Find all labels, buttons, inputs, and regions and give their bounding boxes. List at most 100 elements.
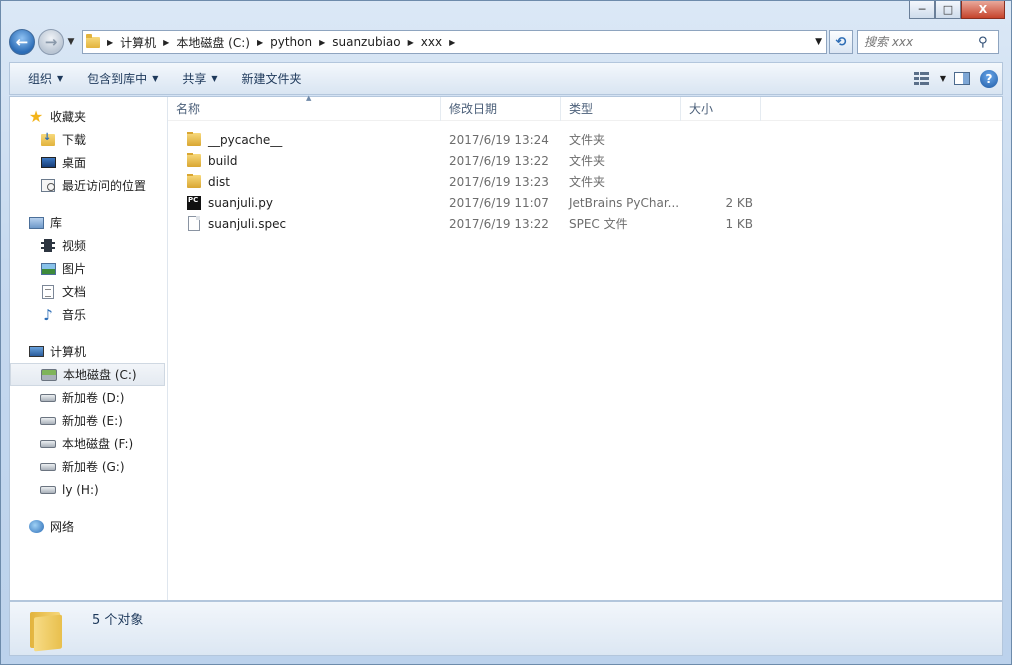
file-date: 2017/6/19 13:22 xyxy=(449,153,549,168)
organize-label: 组织 xyxy=(28,72,53,86)
address-bar[interactable]: ▶ 计算机 ▶ 本地磁盘 (C:) ▶ python ▶ suanzubiao … xyxy=(82,30,827,54)
close-button[interactable]: X xyxy=(961,1,1005,19)
sidebar-item-label: ly (H:) xyxy=(62,482,99,497)
file-type: 文件夹 xyxy=(569,133,606,147)
network-icon xyxy=(28,519,44,535)
navigation-pane[interactable]: ★ 收藏夹 下载 桌面 最近访问的位置 xyxy=(10,97,168,600)
drive-icon xyxy=(40,459,56,475)
sidebar-item-drive-g[interactable]: 新加卷 (G:) xyxy=(10,455,167,478)
computer-icon xyxy=(28,344,44,360)
sidebar-header-favorites[interactable]: ★ 收藏夹 xyxy=(10,105,167,128)
search-input[interactable] xyxy=(864,35,974,49)
column-header-date[interactable]: 修改日期 xyxy=(441,96,561,121)
sidebar-item-drive-d[interactable]: 新加卷 (D:) xyxy=(10,386,167,409)
content-area: ★ 收藏夹 下载 桌面 最近访问的位置 xyxy=(9,94,1003,601)
file-row[interactable]: __pycache__ 2017/6/19 13:24 文件夹 xyxy=(168,129,1002,150)
refresh-button[interactable]: ⟲ xyxy=(829,30,853,54)
file-size: 2 KB xyxy=(725,195,753,210)
organize-menu[interactable]: 组织 ▼ xyxy=(16,66,75,92)
file-row[interactable]: suanjuli.spec 2017/6/19 13:22 SPEC 文件 1 … xyxy=(168,213,1002,234)
large-folder-icon xyxy=(28,610,66,652)
breadcrumb-xxx[interactable]: xxx xyxy=(421,35,442,49)
new-folder-button[interactable]: 新建文件夹 xyxy=(230,66,314,92)
folder-icon xyxy=(86,33,100,48)
column-headers: ▲ 名称 修改日期 类型 大小 xyxy=(168,94,1002,121)
file-date: 2017/6/19 13:24 xyxy=(449,132,549,147)
sidebar-item-music[interactable]: ♪ 音乐 xyxy=(10,303,167,326)
toolbar-right: ▼ ? xyxy=(913,69,1002,88)
breadcrumb-separator-icon[interactable]: ▶ xyxy=(257,38,263,47)
forward-button[interactable]: → xyxy=(38,29,64,55)
file-type: JetBrains PyChar... xyxy=(569,195,680,210)
file-type: 文件夹 xyxy=(569,175,606,189)
search-icon[interactable]: ⚲ xyxy=(978,35,988,50)
sidebar-header-libraries[interactable]: 库 xyxy=(10,211,167,234)
sidebar-item-pictures[interactable]: 图片 xyxy=(10,257,167,280)
preview-pane-icon[interactable] xyxy=(954,72,970,85)
folder-icon xyxy=(186,173,202,190)
sidebar-item-label: 新加卷 (G:) xyxy=(62,460,125,474)
share-menu[interactable]: 共享 ▼ xyxy=(170,66,229,92)
desktop-icon xyxy=(40,155,56,171)
breadcrumb-separator-icon[interactable]: ▶ xyxy=(319,38,325,47)
sidebar-item-documents[interactable]: 文档 xyxy=(10,280,167,303)
breadcrumb-python[interactable]: python xyxy=(270,35,312,49)
file-date: 2017/6/19 13:22 xyxy=(449,216,549,231)
view-options-dropdown[interactable]: ▼ xyxy=(940,74,946,83)
minimize-button[interactable]: ─ xyxy=(909,1,935,19)
include-in-library-menu[interactable]: 包含到库中 ▼ xyxy=(75,66,170,92)
search-box[interactable]: ⚲ xyxy=(857,30,999,54)
sidebar-item-label: 新加卷 (D:) xyxy=(62,391,125,405)
sidebar-item-drive-h[interactable]: ly (H:) xyxy=(10,478,167,501)
drive-icon xyxy=(40,436,56,452)
breadcrumb-suanzubiao[interactable]: suanzubiao xyxy=(332,35,400,49)
file-list-pane[interactable]: ▲ 名称 修改日期 类型 大小 __pycache__ 2017/6/19 13… xyxy=(168,94,1002,600)
sidebar-item-recent-places[interactable]: 最近访问的位置 xyxy=(10,174,167,197)
chevron-down-icon: ▼ xyxy=(211,74,218,83)
maximize-button[interactable]: □ xyxy=(935,1,961,19)
recent-places-icon xyxy=(40,178,56,194)
music-note-icon: ♪ xyxy=(43,305,53,324)
file-row[interactable]: build 2017/6/19 13:22 文件夹 xyxy=(168,150,1002,171)
sidebar-item-label: 新加卷 (E:) xyxy=(62,414,123,428)
file-name: suanjuli.spec xyxy=(208,216,287,231)
sidebar-header-computer[interactable]: 计算机 xyxy=(10,340,167,363)
drive-icon xyxy=(40,413,56,429)
sidebar-item-videos[interactable]: 视频 xyxy=(10,234,167,257)
column-header-size[interactable]: 大小 xyxy=(681,96,761,121)
back-arrow-icon: ← xyxy=(15,33,29,51)
breadcrumb-computer[interactable]: 计算机 xyxy=(120,34,156,51)
libraries-group: 库 视频 图片 文档 ♪ 音乐 xyxy=(10,211,167,326)
details-pane: 5 个对象 xyxy=(9,601,1003,656)
back-button[interactable]: ← xyxy=(9,29,35,55)
sidebar-item-desktop[interactable]: 桌面 xyxy=(10,151,167,174)
breadcrumb-separator-icon[interactable]: ▶ xyxy=(449,38,455,47)
breadcrumb-drive-c[interactable]: 本地磁盘 (C:) xyxy=(176,34,250,51)
sidebar-item-drive-e[interactable]: 新加卷 (E:) xyxy=(10,409,167,432)
new-folder-label: 新建文件夹 xyxy=(241,72,302,86)
file-name: __pycache__ xyxy=(208,132,283,147)
file-row[interactable]: dist 2017/6/19 13:23 文件夹 xyxy=(168,171,1002,192)
breadcrumb-separator-icon[interactable]: ▶ xyxy=(163,38,169,47)
column-header-type[interactable]: 类型 xyxy=(561,96,681,121)
sort-ascending-icon: ▲ xyxy=(306,94,312,102)
file-row[interactable]: PC suanjuli.py 2017/6/19 11:07 JetBrains … xyxy=(168,192,1002,213)
help-icon[interactable]: ? xyxy=(980,69,998,88)
document-icon xyxy=(40,284,56,300)
folder-icon xyxy=(186,152,202,169)
column-header-name[interactable]: 名称 xyxy=(168,96,441,121)
breadcrumb-separator-icon[interactable]: ▶ xyxy=(107,38,113,47)
system-drive-icon xyxy=(41,367,57,383)
sidebar-item-drive-c[interactable]: 本地磁盘 (C:) xyxy=(10,363,165,386)
recent-pages-dropdown[interactable]: ▼ xyxy=(64,37,78,47)
sidebar-item-downloads[interactable]: 下载 xyxy=(10,128,167,151)
chevron-down-icon: ▼ xyxy=(152,74,159,83)
sidebar-item-label: 下载 xyxy=(62,133,87,147)
breadcrumb-separator-icon[interactable]: ▶ xyxy=(408,38,414,47)
change-view-icon[interactable] xyxy=(913,71,930,86)
share-label: 共享 xyxy=(182,72,207,86)
forward-arrow-icon: → xyxy=(44,33,58,51)
address-history-dropdown[interactable]: ▼ xyxy=(815,31,822,53)
sidebar-item-drive-f[interactable]: 本地磁盘 (F:) xyxy=(10,432,167,455)
sidebar-header-network[interactable]: 网络 xyxy=(10,515,167,538)
